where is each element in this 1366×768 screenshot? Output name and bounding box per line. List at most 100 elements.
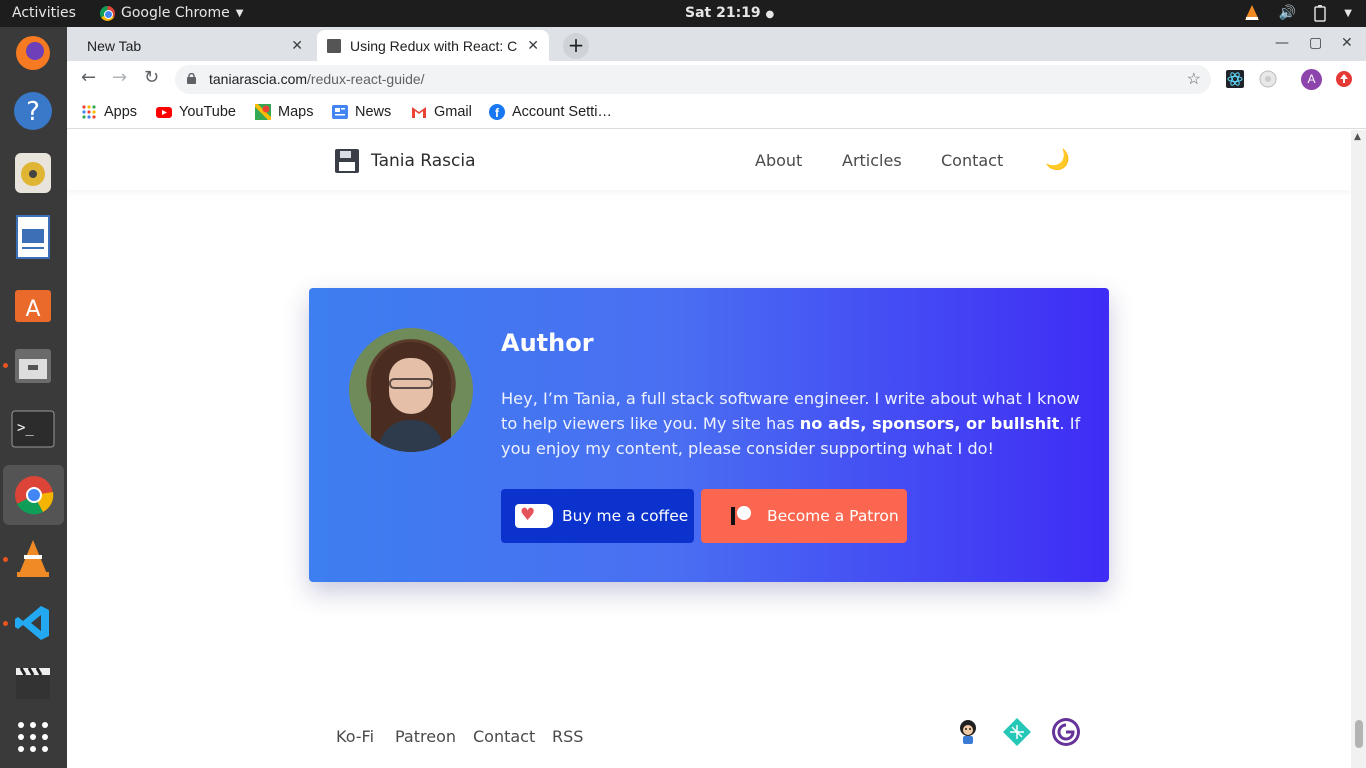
back-icon[interactable]: ← <box>81 67 96 88</box>
chrome-icon[interactable] <box>3 465 64 525</box>
bookmark-star-icon[interactable]: ☆ <box>1187 65 1201 94</box>
apps-grid-icon <box>82 105 96 119</box>
new-tab-button[interactable]: + <box>563 33 589 59</box>
moon-icon[interactable]: 🌙 <box>1045 147 1070 171</box>
forward-icon[interactable]: → <box>112 67 127 88</box>
browser-toolbar: ← → ↻ taniarascia.com/redux-react-guide/… <box>67 61 1366 97</box>
terminal-icon[interactable]: >_ <box>9 405 57 453</box>
vscode-icon[interactable] <box>9 599 57 647</box>
site-title: Tania Rascia <box>371 151 476 171</box>
footer-link-rss[interactable]: RSS <box>552 727 583 746</box>
github-octocat-icon[interactable] <box>953 717 983 747</box>
bookmark-label: Apps <box>104 104 138 120</box>
facebook-icon: f <box>489 104 505 120</box>
tab-title: New Tab <box>87 37 142 54</box>
author-card: Author Hey, I’m Tania, a full stack soft… <box>309 288 1109 582</box>
url-host: taniarascia.com <box>209 71 308 87</box>
battery-icon <box>1314 5 1327 22</box>
tab-strip: New Tab ✕ Using Redux with React: C ✕ + … <box>67 27 1366 61</box>
bio-emphasis: no ads, sponsors, or bullshit <box>799 414 1060 433</box>
netlify-icon[interactable] <box>1002 717 1032 747</box>
running-indicator <box>3 621 8 626</box>
maps-icon <box>255 104 271 120</box>
tab-redux-guide[interactable]: Using Redux with React: C ✕ <box>317 30 549 61</box>
close-icon[interactable]: ✕ <box>527 37 539 54</box>
clock-label: Sat 21:19 <box>685 5 761 21</box>
clock[interactable]: Sat 21:19 ● <box>685 5 774 21</box>
help-icon[interactable]: ? <box>9 87 57 135</box>
bookmark-apps[interactable]: Apps <box>81 104 137 120</box>
kofi-cup-icon <box>515 504 553 528</box>
address-bar[interactable]: taniarascia.com/redux-react-guide/ ☆ <box>175 65 1211 94</box>
bookmark-label: Maps <box>278 104 314 120</box>
reload-icon[interactable]: ↻ <box>144 67 159 88</box>
system-top-bar: Activities Google Chrome ▼ Sat 21:19 ● 🔊… <box>0 0 1366 27</box>
lock-icon <box>187 73 196 84</box>
running-indicator <box>3 557 8 562</box>
firefox-icon[interactable] <box>9 29 57 77</box>
activities-button[interactable]: Activities <box>12 5 76 21</box>
scroll-up-icon[interactable]: ▲ <box>1354 132 1361 142</box>
buy-coffee-button[interactable]: Buy me a coffee <box>501 489 694 543</box>
url-path: /redux-react-guide/ <box>307 71 425 87</box>
nav-articles[interactable]: Articles <box>842 151 902 170</box>
bookmark-maps[interactable]: Maps <box>255 104 313 120</box>
show-apps-icon[interactable] <box>9 713 57 761</box>
bookmark-youtube[interactable]: YouTube <box>156 104 236 120</box>
app-menu[interactable]: Google Chrome ▼ <box>100 5 243 21</box>
react-devtools-icon[interactable] <box>1226 70 1244 88</box>
bookmark-account-settings[interactable]: f Account Setti… <box>489 104 612 120</box>
author-avatar <box>349 328 473 452</box>
svg-text:?: ? <box>26 97 40 127</box>
volume-icon: 🔊 <box>1278 5 1297 21</box>
page-scrollbar[interactable]: ▲ <box>1351 130 1366 768</box>
patreon-icon <box>731 506 753 526</box>
system-tray[interactable]: 🔊 ▼ <box>1243 4 1352 22</box>
nav-about[interactable]: About <box>755 151 802 170</box>
gatsby-icon[interactable] <box>1051 717 1081 747</box>
extension-icon[interactable] <box>1259 70 1277 88</box>
footer-link-contact[interactable]: Contact <box>473 727 535 746</box>
youtube-icon <box>156 107 172 118</box>
gmail-icon <box>412 107 426 118</box>
writer-icon[interactable] <box>9 213 57 261</box>
author-bio: Hey, I’m Tania, a full stack software en… <box>501 386 1081 461</box>
button-label: Become a Patron <box>767 507 899 525</box>
footer-link-patreon[interactable]: Patreon <box>395 727 456 746</box>
software-center-icon[interactable]: A <box>9 279 57 327</box>
running-indicator <box>3 363 8 368</box>
vlc-tray-icon <box>1244 5 1259 20</box>
svg-text:>_: >_ <box>17 420 34 436</box>
chevron-down-icon: ▼ <box>1344 7 1352 19</box>
app-menu-label: Google Chrome <box>121 5 230 21</box>
nav-contact[interactable]: Contact <box>941 151 1003 170</box>
minimize-icon[interactable]: — <box>1275 35 1289 51</box>
tab-title: Using Redux with React: C <box>350 37 518 54</box>
chrome-icon <box>100 5 115 21</box>
vlc-icon[interactable] <box>9 535 57 583</box>
bookmark-news[interactable]: News <box>332 104 391 120</box>
become-patron-button[interactable]: Become a Patron <box>701 489 907 543</box>
bookmark-gmail[interactable]: Gmail <box>411 104 472 120</box>
close-icon[interactable]: ✕ <box>291 37 303 54</box>
site-brand[interactable]: Tania Rascia <box>335 149 476 173</box>
floppy-disk-icon <box>335 149 359 173</box>
chevron-down-icon: ▼ <box>235 7 244 19</box>
bookmarks-bar: Apps YouTube Maps News Gmail f Account S… <box>67 97 1366 129</box>
restore-icon[interactable]: ▢ <box>1309 35 1322 51</box>
web-page: Tania Rascia About Articles Contact 🌙 Au… <box>67 130 1351 768</box>
button-label: Buy me a coffee <box>562 507 689 525</box>
update-icon[interactable] <box>1335 70 1353 88</box>
tab-new-tab[interactable]: New Tab ✕ <box>77 30 313 61</box>
clapper-icon[interactable] <box>9 659 57 707</box>
footer-link-kofi[interactable]: Ko-Fi <box>336 727 374 746</box>
rhythmbox-icon[interactable] <box>9 149 57 197</box>
files-icon[interactable] <box>9 341 57 389</box>
profile-avatar[interactable]: A <box>1301 69 1322 90</box>
scrollbar-thumb[interactable] <box>1355 720 1363 748</box>
svg-text:A: A <box>25 297 40 322</box>
close-window-icon[interactable]: ✕ <box>1341 35 1353 51</box>
news-icon <box>332 105 348 119</box>
bookmark-label: News <box>355 104 392 120</box>
site-header: Tania Rascia About Articles Contact 🌙 <box>67 130 1351 190</box>
